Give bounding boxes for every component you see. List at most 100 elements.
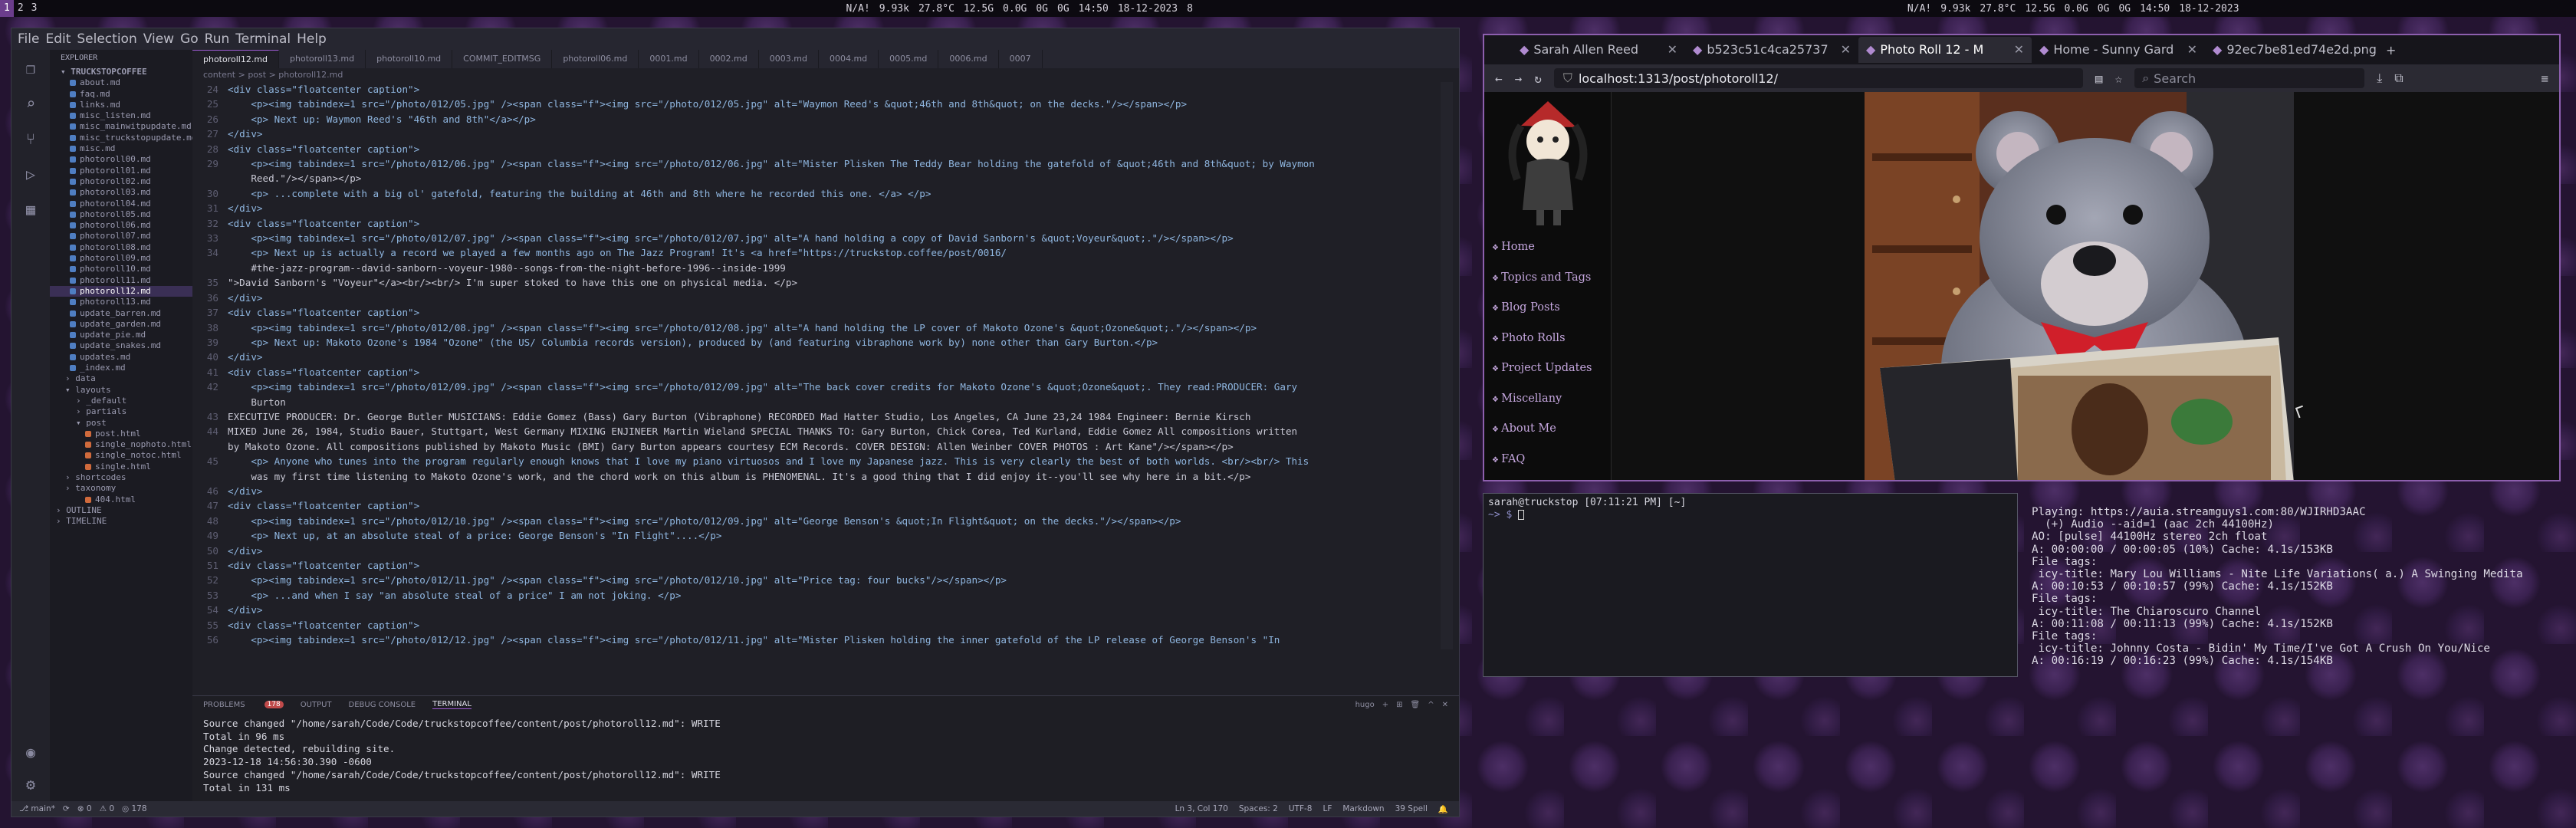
- extensions-icon[interactable]: ▦: [26, 200, 35, 219]
- file-item[interactable]: photoroll10.md: [50, 264, 192, 274]
- panel-tab[interactable]: DEBUG CONSOLE: [349, 701, 416, 709]
- nav-item[interactable]: ❖ Home: [1484, 232, 1611, 263]
- gear-icon[interactable]: ⚙: [26, 775, 35, 794]
- menu-help[interactable]: Help: [297, 31, 327, 47]
- file-item[interactable]: photoroll12.md: [50, 285, 192, 297]
- file-item[interactable]: _index.md: [50, 363, 192, 373]
- file-item[interactable]: › partials: [50, 406, 192, 417]
- file-item[interactable]: › TIMELINE: [50, 516, 192, 527]
- status-left-item[interactable]: ⟳: [63, 804, 70, 813]
- file-item[interactable]: photoroll05.md: [50, 209, 192, 220]
- file-item[interactable]: updates.md: [50, 352, 192, 363]
- bookmark-star-icon[interactable]: ☆: [2115, 71, 2123, 86]
- file-item[interactable]: photoroll00.md: [50, 154, 192, 165]
- panel-tab[interactable]: TERMINAL: [432, 700, 472, 709]
- files-icon[interactable]: ❐: [26, 59, 35, 77]
- file-item[interactable]: single_nophoto.html: [50, 439, 192, 450]
- status-right-item[interactable]: Spaces: 2: [1239, 804, 1278, 813]
- folder-root[interactable]: ▾ TRUCKSTOPCOFFEE: [50, 67, 192, 77]
- breadcrumb[interactable]: content > post > photoroll12.md: [192, 68, 1459, 82]
- editor-tab[interactable]: 0006.md: [938, 50, 999, 68]
- file-item[interactable]: post.html: [50, 429, 192, 439]
- nav-item[interactable]: ❖ About Me: [1484, 414, 1611, 445]
- workspace-3[interactable]: 3: [28, 0, 41, 17]
- file-item[interactable]: misc_mainwitpupdate.md: [50, 121, 192, 132]
- file-item[interactable]: faq.md: [50, 89, 192, 100]
- panel-tab[interactable]: OUTPUT: [301, 701, 332, 709]
- file-item[interactable]: photoroll07.md: [50, 231, 192, 242]
- workspace-2[interactable]: 2: [14, 0, 28, 17]
- source-control-icon[interactable]: ⑂: [26, 130, 35, 148]
- editor-tab[interactable]: 0007: [999, 50, 1043, 68]
- file-item[interactable]: › data: [50, 373, 192, 384]
- close-tab-icon[interactable]: ✕: [2014, 37, 2024, 63]
- editor-tab[interactable]: 0003.md: [759, 50, 819, 68]
- search-icon[interactable]: ⌕: [26, 94, 35, 113]
- file-item[interactable]: photoroll06.md: [50, 220, 192, 231]
- file-item[interactable]: update_garden.md: [50, 319, 192, 330]
- file-item[interactable]: update_snakes.md: [50, 340, 192, 351]
- panel-control[interactable]: ✕: [1442, 701, 1448, 709]
- close-tab-icon[interactable]: ✕: [2187, 37, 2197, 63]
- editor-tab[interactable]: 0001.md: [639, 50, 699, 68]
- editor-tab[interactable]: photoroll12.md: [192, 50, 280, 68]
- nav-item[interactable]: ❖ Topics and Tags: [1484, 263, 1611, 294]
- status-right-item[interactable]: 🔔: [1438, 804, 1448, 814]
- terminal-mpv-radio[interactable]: Playing: https://auia.streamguys1.com:80…: [2029, 506, 2561, 667]
- search-box[interactable]: ⌕ Search: [2134, 68, 2365, 88]
- menu-edit[interactable]: Edit: [45, 31, 71, 47]
- nav-item[interactable]: ❖ Blog Posts: [1484, 293, 1611, 324]
- status-left-item[interactable]: ◎ 178: [122, 804, 147, 813]
- menu-icon[interactable]: ≡: [2541, 71, 2548, 86]
- status-left-item[interactable]: ⊗ 0: [77, 804, 92, 813]
- menu-run[interactable]: Run: [205, 31, 230, 47]
- file-item[interactable]: photoroll04.md: [50, 199, 192, 209]
- panel-control[interactable]: 🗑: [1411, 701, 1421, 709]
- file-item[interactable]: update_barren.md: [50, 308, 192, 319]
- status-left-item[interactable]: ⎇ main*: [19, 804, 55, 813]
- file-item[interactable]: misc.md: [50, 143, 192, 154]
- browser-tab[interactable]: ◆ Home - Sunny Gard ✕: [2032, 37, 2205, 63]
- minimap[interactable]: [1441, 82, 1453, 649]
- file-item[interactable]: ▾ layouts: [50, 385, 192, 396]
- editor-tab[interactable]: photoroll13.md: [279, 50, 366, 68]
- url-bar[interactable]: ⛉ localhost:1313/post/photoroll12/: [1553, 68, 2083, 88]
- menu-go[interactable]: Go: [180, 31, 199, 47]
- terminal-input[interactable]: ~> $: [1488, 509, 2013, 521]
- file-item[interactable]: about.md: [50, 77, 192, 88]
- terminal-fish[interactable]: sarah@truckstop [07:11:21 PM] [~] ~> $: [1483, 493, 2018, 677]
- panel-control[interactable]: ⊞: [1396, 701, 1402, 709]
- integrated-terminal[interactable]: Source changed "/home/sarah/Code/Code/tr…: [192, 713, 1459, 799]
- menu-selection[interactable]: Selection: [77, 31, 136, 47]
- account-icon[interactable]: ◉: [26, 743, 35, 761]
- menu-file[interactable]: File: [18, 31, 39, 47]
- editor-tab[interactable]: 0004.md: [819, 50, 879, 68]
- file-item[interactable]: photoroll02.md: [50, 176, 192, 187]
- code-editor[interactable]: 24 <div class="floatcenter caption"> 25 <p…: [192, 82, 1441, 649]
- close-tab-icon[interactable]: ✕: [1841, 37, 1851, 63]
- file-item[interactable]: photoroll01.md: [50, 166, 192, 176]
- run-debug-icon[interactable]: ▷: [26, 165, 35, 183]
- workspace-1[interactable]: 1: [0, 0, 14, 17]
- panel-control[interactable]: ^: [1428, 701, 1434, 709]
- browser-tab[interactable]: ◆ Sarah Allen Reed ✕: [1512, 37, 1685, 63]
- file-item[interactable]: 404.html: [50, 495, 192, 505]
- close-tab-icon[interactable]: ✕: [1668, 37, 1677, 63]
- status-left-item[interactable]: ⚠ 0: [100, 804, 114, 813]
- menu-view[interactable]: View: [143, 31, 174, 47]
- editor-tab[interactable]: 0005.md: [879, 50, 939, 68]
- status-right-item[interactable]: Markdown: [1342, 804, 1384, 813]
- back-icon[interactable]: ←: [1495, 71, 1503, 86]
- panel-tab[interactable]: PROBLEMS: [203, 701, 245, 709]
- file-item[interactable]: photoroll08.md: [50, 242, 192, 253]
- browser-tab[interactable]: ◆ Photo Roll 12 - M ✕: [1858, 37, 2032, 63]
- editor-tab[interactable]: photoroll10.md: [366, 50, 453, 68]
- reload-icon[interactable]: ↻: [1534, 71, 1542, 86]
- menu-terminal[interactable]: Terminal: [235, 31, 291, 47]
- editor-tab[interactable]: COMMIT_EDITMSG: [452, 50, 553, 68]
- nav-item[interactable]: ❖ Miscellany: [1484, 384, 1611, 415]
- status-right-item[interactable]: 39 Spell: [1395, 804, 1428, 813]
- nav-item[interactable]: ❖ Photo Rolls: [1484, 324, 1611, 354]
- nav-item[interactable]: ❖ Project Updates: [1484, 353, 1611, 384]
- browser-tab[interactable]: ◆ b523c51c4ca25737 ✕: [1685, 37, 1858, 63]
